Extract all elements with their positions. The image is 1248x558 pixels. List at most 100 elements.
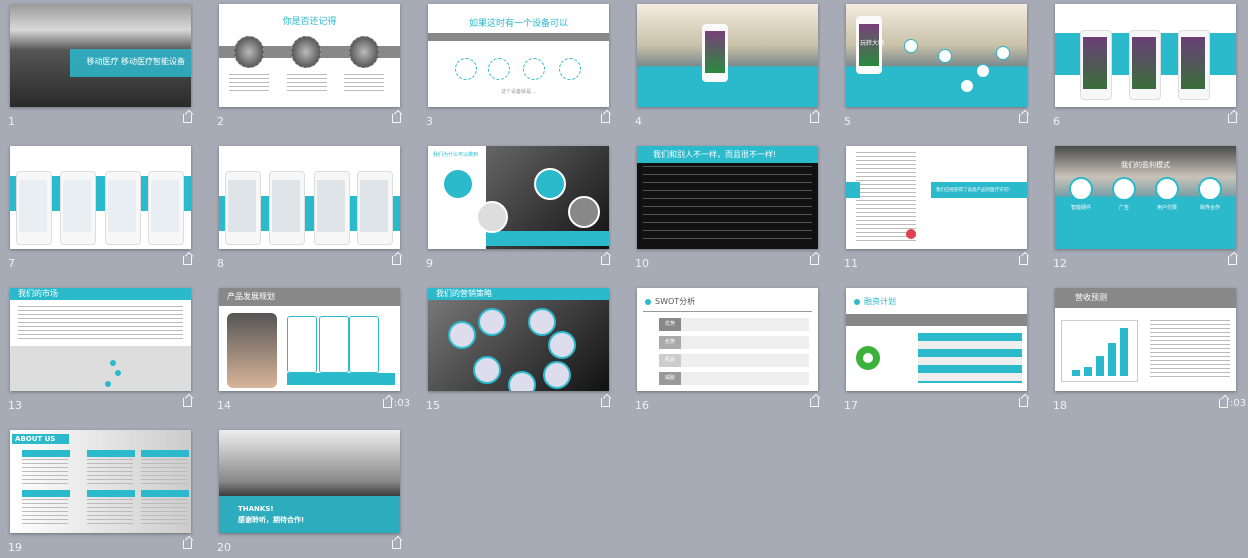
slide-thumbnail-6[interactable] <box>1055 4 1236 107</box>
slide-number: 15 <box>426 399 440 412</box>
slide-header: 我们的营销策略 <box>428 288 609 300</box>
slide-transition-indicator[interactable] <box>183 540 192 549</box>
slide-transition-indicator[interactable] <box>1019 256 1028 265</box>
section-header <box>87 490 135 497</box>
slide-transition-indicator[interactable] <box>1019 398 1028 407</box>
slide-transition-indicator[interactable]: :03 <box>1219 398 1246 409</box>
text-block <box>344 74 384 94</box>
section-header <box>87 450 135 457</box>
slide-transition-indicator[interactable] <box>601 256 610 265</box>
slide-thumbnail-19[interactable]: ABOUT US <box>10 430 191 533</box>
chart-bar <box>1072 370 1080 376</box>
slide-thumbnail-12[interactable]: 我们的盈利模式 智能硬件 广告 用户付费 跨界合作 <box>1055 146 1236 249</box>
slide-transition-indicator[interactable] <box>183 114 192 123</box>
feature-icon <box>455 58 477 80</box>
feature-icon <box>488 58 510 80</box>
feature-icon <box>559 58 581 80</box>
slide-number: 16 <box>635 399 649 412</box>
transition-icon <box>183 114 192 123</box>
feature-icon <box>523 58 545 80</box>
slide-thumbnail-16[interactable]: SWOT分析 优势 劣势 机会 威胁 <box>637 288 818 391</box>
feature-icon <box>960 79 974 93</box>
transition-icon <box>1019 114 1028 123</box>
slide-transition-indicator[interactable] <box>183 398 192 407</box>
slide-transition-indicator[interactable] <box>601 114 610 123</box>
swot-row <box>659 354 809 367</box>
phone-screen <box>1083 37 1107 89</box>
transition-icon <box>383 399 392 408</box>
slide-thumbnail-20[interactable]: THANKS! 感谢聆听，期待合作! <box>219 430 400 533</box>
phone-screen <box>272 180 300 232</box>
slide-header: 我们和别人不一样，而且很不一样! <box>637 146 818 163</box>
slide-transition-indicator[interactable] <box>601 398 610 407</box>
bullet-icon <box>645 299 651 305</box>
donut-chart <box>856 346 880 370</box>
slide-transition-indicator[interactable] <box>810 114 819 123</box>
slide-thumbnail-10[interactable]: 我们和别人不一样，而且很不一样! <box>637 146 818 249</box>
transition-icon <box>183 256 192 265</box>
slide-transition-indicator[interactable] <box>183 256 192 265</box>
revenue-notes <box>1150 320 1230 380</box>
slide-thumbnail-3[interactable]: 如果这时有一个设备可以 这个设备就是... <box>428 4 609 107</box>
slide-number: 9 <box>426 257 433 270</box>
slide-title: 如果这时有一个设备可以 <box>468 19 568 29</box>
slide-transition-indicator[interactable] <box>392 540 401 549</box>
slide-transition-indicator[interactable] <box>1228 114 1237 123</box>
phone-screen <box>360 180 388 232</box>
phone-screen <box>19 180 47 232</box>
highlight-circle <box>534 168 566 200</box>
transition-icon <box>1019 398 1028 407</box>
slide-thumbnail-4[interactable] <box>637 4 818 107</box>
slide-thumbnail-18[interactable]: 营收预测 <box>1055 288 1236 391</box>
profit-icon <box>1198 177 1222 201</box>
slide-number: 14 <box>217 399 231 412</box>
swot-label: 威胁 <box>659 372 681 385</box>
section-text <box>22 499 68 524</box>
strategy-circle <box>473 356 501 384</box>
slide-thumbnail-1[interactable]: 移动医疗 移动医疗智能设备 <box>10 4 191 107</box>
swot-label: 机会 <box>659 354 681 367</box>
slide-number: 2 <box>217 115 224 128</box>
chart-bar <box>1108 343 1116 376</box>
slide-thumbnail-8[interactable] <box>219 146 400 249</box>
slide-thumbnail-2[interactable]: 你是否还记得 <box>219 4 400 107</box>
portrait-image <box>234 36 264 68</box>
strategy-circle <box>478 308 506 336</box>
slide-title: ABOUT US <box>12 434 69 444</box>
shape <box>486 231 609 246</box>
transition-icon <box>1228 256 1237 265</box>
slide-number: 11 <box>844 257 858 270</box>
slide-thumbnail-7[interactable] <box>10 146 191 249</box>
phone-screen <box>63 180 91 232</box>
slide-thumbnail-15[interactable]: 我们的营销策略 <box>428 288 609 391</box>
portrait-image <box>349 36 379 68</box>
phone-screen <box>705 31 725 73</box>
slide-transition-indicator[interactable] <box>810 256 819 265</box>
transition-icon <box>183 398 192 407</box>
transition-icon <box>1019 256 1028 265</box>
transition-icon <box>392 256 401 265</box>
slide-transition-indicator[interactable] <box>1228 256 1237 265</box>
slide-thumbnail-17[interactable]: 融资计划 <box>846 288 1027 391</box>
slide-transition-indicator[interactable]: :03 <box>383 398 410 409</box>
phone-screen <box>1181 37 1205 89</box>
strategy-circle <box>448 321 476 349</box>
shape <box>643 311 812 312</box>
slide-transition-indicator[interactable] <box>1019 114 1028 123</box>
phone-screen <box>228 180 256 232</box>
profit-icon <box>1112 177 1136 201</box>
slide-thumbnail-5[interactable]: 玩转大咖 <box>846 4 1027 107</box>
transition-icon <box>601 114 610 123</box>
slide-number: 4 <box>635 115 642 128</box>
slide-transition-indicator[interactable] <box>810 398 819 407</box>
slide-thumbnail-11[interactable]: 我们已经获得了该类产品的医疗许可! <box>846 146 1027 249</box>
transition-icon <box>1219 399 1228 408</box>
profit-icon <box>1069 177 1093 201</box>
transition-icon <box>601 398 610 407</box>
slide-transition-indicator[interactable] <box>392 256 401 265</box>
slide-thumbnail-13[interactable]: 我们的市场 <box>10 288 191 391</box>
slide-title: 我们的盈利模式 <box>1121 161 1170 169</box>
slide-transition-indicator[interactable] <box>392 114 401 123</box>
slide-thumbnail-9[interactable]: 我们为什么可以做到 <box>428 146 609 249</box>
slide-thumbnail-14[interactable]: 产品发展规划 <box>219 288 400 391</box>
